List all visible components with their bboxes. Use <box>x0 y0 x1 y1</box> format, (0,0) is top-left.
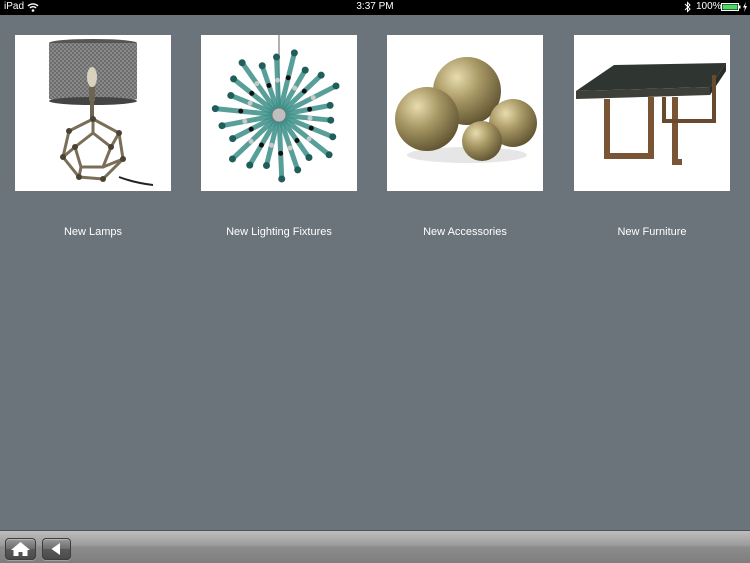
battery-icon <box>721 3 741 11</box>
category-tile-furniture[interactable]: New Furniture <box>574 35 730 238</box>
back-button[interactable] <box>42 538 71 560</box>
back-arrow-icon <box>51 543 60 555</box>
battery-percentage: 100% <box>696 1 722 12</box>
chandelier-image <box>211 35 340 183</box>
category-label[interactable]: New Furniture <box>559 226 745 238</box>
category-tile-lamps[interactable]: New Lamps <box>15 35 171 238</box>
category-label[interactable]: New Lamps <box>0 226 186 238</box>
category-label[interactable]: New Accessories <box>372 226 558 238</box>
home-icon <box>11 542 30 556</box>
bluetooth-icon <box>684 1 691 13</box>
table-image <box>576 63 726 165</box>
category-tile-accessories[interactable]: New Accessories <box>387 35 543 238</box>
charging-icon <box>743 2 747 12</box>
category-thumbnail[interactable] <box>574 35 730 191</box>
category-thumbnail[interactable] <box>201 35 357 191</box>
category-thumbnail[interactable] <box>387 35 543 191</box>
clock: 3:37 PM <box>356 1 394 12</box>
bottom-toolbar <box>0 530 750 563</box>
status-bar: iPad 3:37 PM 100% <box>0 0 750 15</box>
lamp-image <box>49 39 154 186</box>
home-button[interactable] <box>5 538 36 560</box>
category-label[interactable]: New Lighting Fixtures <box>186 226 372 238</box>
decorative-spheres-image <box>395 57 537 163</box>
category-tile-lighting-fixtures[interactable]: New Lighting Fixtures <box>201 35 357 238</box>
category-thumbnail[interactable] <box>15 35 171 191</box>
